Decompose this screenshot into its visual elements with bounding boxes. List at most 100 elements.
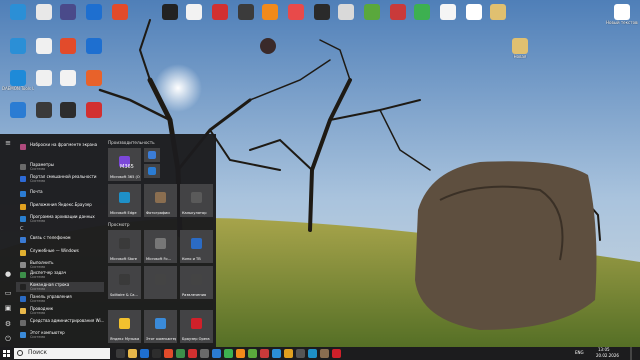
taskbar-app-icon[interactable] <box>296 349 305 358</box>
desktop-icon-top-19[interactable] <box>482 4 514 20</box>
taskbar-app-icon[interactable] <box>116 349 125 358</box>
app-icon <box>20 320 26 326</box>
taskbar-app-icon[interactable] <box>332 349 341 358</box>
app-list-item[interactable]: Параметры Система <box>16 162 104 172</box>
app-list-item[interactable]: Средства администрирования Wi... <box>16 318 104 328</box>
app-name: Средства администрирования Wi... <box>30 318 104 323</box>
app-icon <box>86 70 102 86</box>
app-list-item[interactable]: Приложения Яндекс.Браузер <box>16 202 104 212</box>
taskbar-search-box[interactable]: Поиск <box>14 348 110 359</box>
start-tile[interactable]: Фотографии <box>144 184 177 217</box>
desktop-icon-left-8[interactable] <box>78 70 110 86</box>
taskbar-app-icon[interactable] <box>140 349 149 358</box>
app-list-item[interactable]: Наброски на фрагменте экрана <box>16 142 104 152</box>
app-list-item[interactable]: Командная строка Система <box>16 282 104 292</box>
taskbar-app-icon[interactable] <box>284 349 293 358</box>
start-button[interactable] <box>0 347 13 360</box>
start-tile[interactable]: Калькулятор <box>180 184 213 217</box>
taskbar-app-icon[interactable] <box>260 349 269 358</box>
start-tile[interactable]: Кино и ТВ <box>180 230 213 263</box>
tile-label: Браузер Opera <box>182 337 210 341</box>
pictures-icon[interactable]: ▣ <box>4 304 12 312</box>
taskbar-app-icon[interactable] <box>236 349 245 358</box>
desktop-icon-left-4[interactable] <box>78 38 110 54</box>
app-icon <box>414 4 430 20</box>
tile-label: Microsoft 365 (Office) <box>110 175 140 179</box>
tile-icon <box>191 192 202 203</box>
start-tile[interactable]: Microsoft Edge <box>108 184 141 217</box>
app-subtitle: Система <box>30 335 46 339</box>
app-name: Связь с телефоном <box>30 235 71 240</box>
taskbar-app-icon[interactable] <box>248 349 257 358</box>
start-tile[interactable]: Развлечения <box>180 266 213 299</box>
show-desktop-button[interactable] <box>630 347 632 360</box>
tile-label: Этот компьютер <box>146 337 176 341</box>
tile-microsoft-365[interactable]: M365Microsoft 365 (Office) <box>108 148 141 181</box>
taskbar-app-icon[interactable] <box>224 349 233 358</box>
app-list-item[interactable]: Портал смешанной реальности Система <box>16 174 104 184</box>
desktop-icon-folder[interactable]: Новая <box>504 38 536 59</box>
app-icon <box>186 4 202 20</box>
app-list-item[interactable]: Проводник Система <box>16 306 104 316</box>
app-list-item[interactable]: Программа архивации данных Система <box>16 214 104 224</box>
language-indicator[interactable]: ENG <box>575 350 584 356</box>
app-icon <box>10 102 26 118</box>
tile-icon <box>148 151 156 159</box>
start-tile[interactable] <box>144 266 177 299</box>
app-icon <box>60 102 76 118</box>
start-tile[interactable]: Solitaire & Ca... <box>108 266 141 299</box>
taskbar-app-icon[interactable] <box>212 349 221 358</box>
taskbar-app-icon[interactable] <box>152 349 161 358</box>
tile-icon <box>119 192 130 203</box>
app-list-item[interactable]: Диспетчер задач Система <box>16 270 104 280</box>
settings-gear-icon[interactable]: ⚙ <box>4 320 12 328</box>
folder-icon <box>512 38 528 54</box>
start-tile[interactable]: Microsoft Fo... <box>144 230 177 263</box>
desktop-icon-top-5[interactable] <box>104 4 136 20</box>
start-tile[interactable]: Браузер Opera <box>180 310 213 343</box>
app-list-item[interactable]: Выполнить Система <box>16 260 104 270</box>
taskbar-app-icon[interactable] <box>320 349 329 358</box>
start-tile[interactable] <box>144 148 160 162</box>
power-icon[interactable]: ⏻ <box>4 335 12 343</box>
desktop-icon-label: Новый текстовый документ <box>606 20 638 25</box>
hamburger-icon[interactable]: ≡ <box>4 139 12 147</box>
app-list-item[interactable]: Панель управления Система <box>16 294 104 304</box>
documents-icon[interactable]: ▭ <box>4 289 12 297</box>
desktop-icon-left-12[interactable] <box>78 102 110 118</box>
app-list-item[interactable]: Этот компьютер Система <box>16 330 104 340</box>
start-tile[interactable] <box>144 164 160 178</box>
start-tile[interactable]: Microsoft Store <box>108 230 141 263</box>
start-tile[interactable]: Этот компьютер <box>144 310 177 343</box>
start-tile[interactable]: Яндекс Музыка <box>108 310 141 343</box>
clock-date[interactable]: 20.02.2026 <box>596 353 619 359</box>
app-list-letter-header[interactable]: С <box>20 226 24 232</box>
app-icon <box>86 4 102 20</box>
taskbar-app-icon[interactable] <box>200 349 209 358</box>
desktop-icon-avatar[interactable] <box>252 38 284 54</box>
app-icon <box>238 4 254 20</box>
app-list: Наброски на фрагменте экрана Параметры Сис… <box>16 134 104 347</box>
app-icon <box>20 204 26 210</box>
app-list-item[interactable]: Связь с телефоном <box>16 235 104 245</box>
taskbar-app-icon[interactable] <box>308 349 317 358</box>
app-name: Наброски на фрагменте экрана <box>30 142 98 147</box>
taskbar-app-icon[interactable] <box>164 349 173 358</box>
app-icon <box>20 296 26 302</box>
app-icon <box>440 4 456 20</box>
app-list-item[interactable]: Почта <box>16 189 104 199</box>
app-icon <box>20 237 26 243</box>
user-icon[interactable]: ● <box>4 270 12 278</box>
tile-label: Калькулятор <box>182 211 207 215</box>
app-icon <box>20 308 26 314</box>
taskbar-app-icon[interactable] <box>188 349 197 358</box>
desktop-icon-text-document[interactable]: Новый текстовый документ <box>606 4 638 25</box>
app-list-item[interactable]: Служебные — Windows <box>16 248 104 258</box>
start-menu: ≡ ● ▭ ▣ ⚙ ⏻ Наброски на фрагменте экрана… <box>0 134 216 347</box>
tile-icon <box>155 192 166 203</box>
taskbar-app-icon[interactable] <box>176 349 185 358</box>
file-icon <box>36 70 52 86</box>
tile-icon <box>119 274 130 285</box>
taskbar-app-icon[interactable] <box>128 349 137 358</box>
taskbar-app-icon[interactable] <box>272 349 281 358</box>
